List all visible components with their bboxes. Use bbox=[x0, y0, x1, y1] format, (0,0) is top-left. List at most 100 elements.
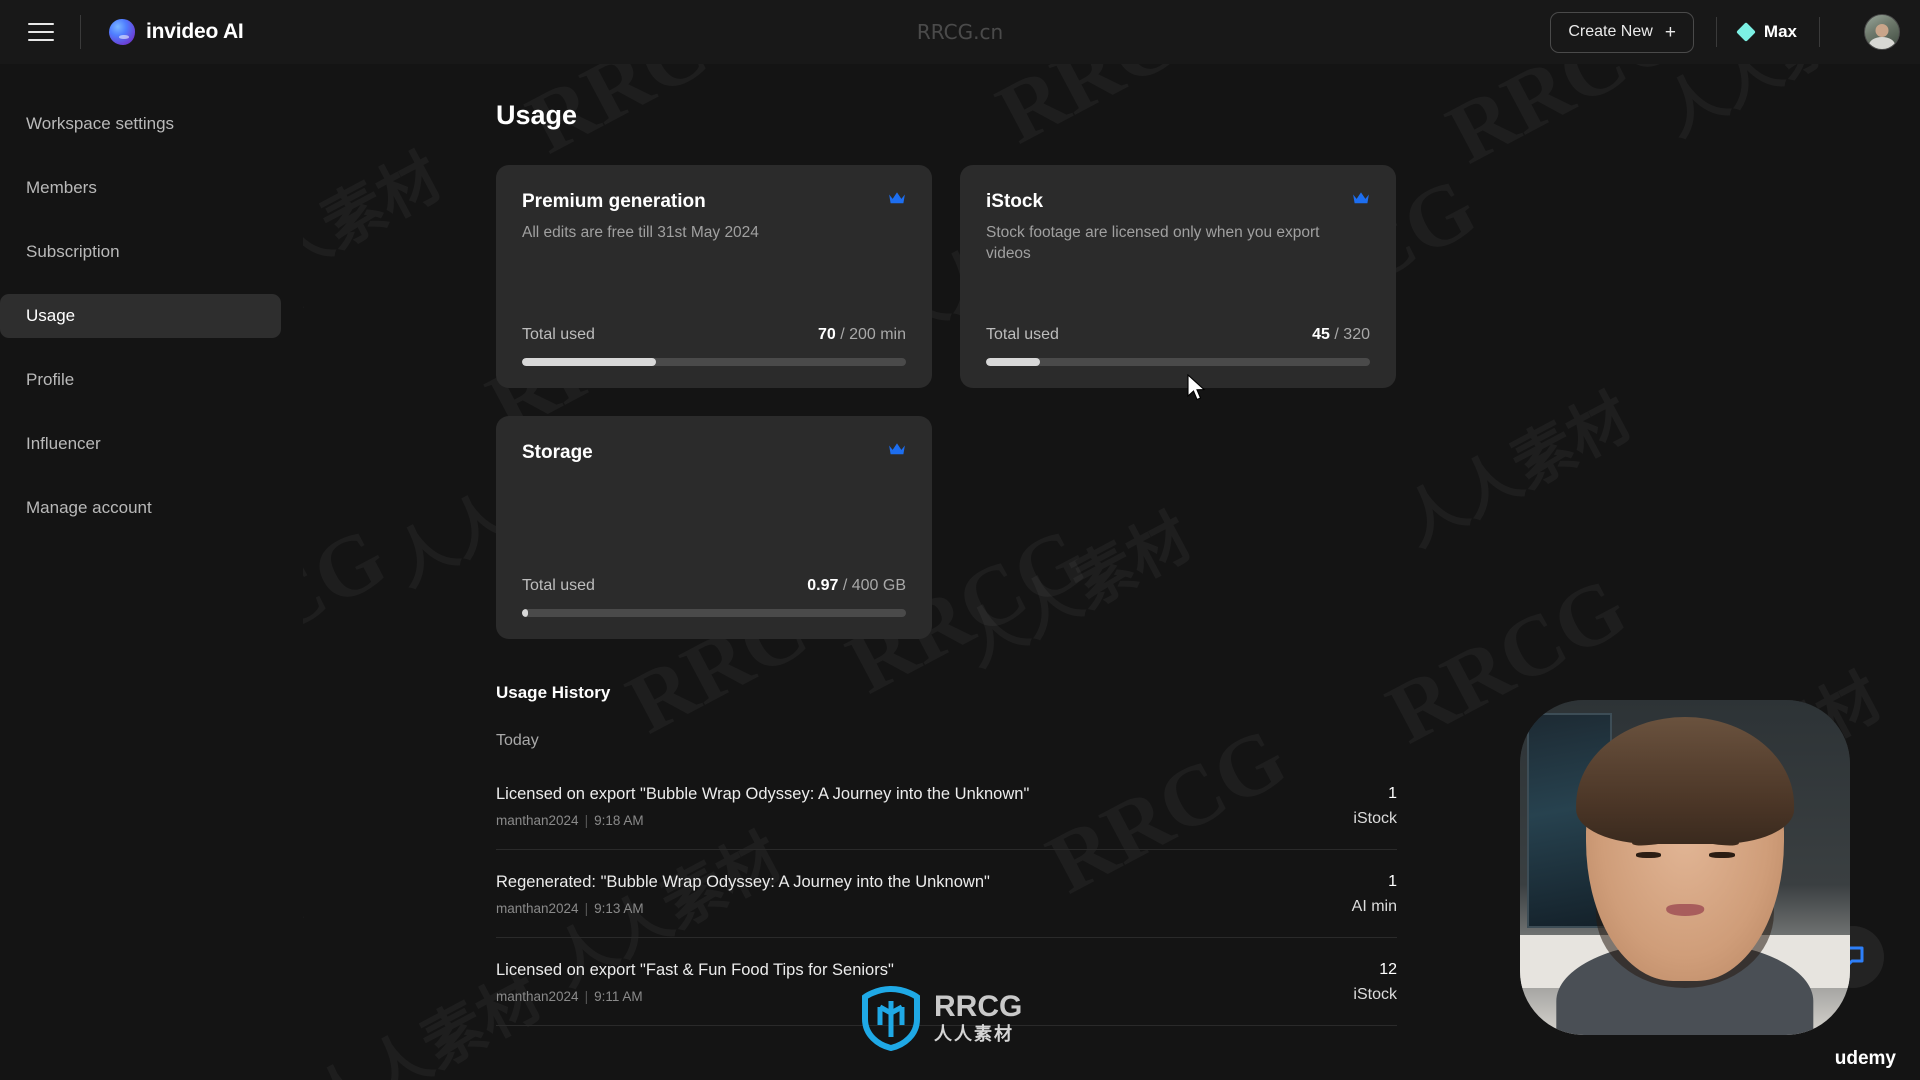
sidebar-item-label: Subscription bbox=[26, 242, 120, 261]
card-subtitle: Stock footage are licensed only when you… bbox=[986, 224, 1320, 263]
history-unit: iStock bbox=[1353, 986, 1397, 1003]
usage-progress-bar bbox=[522, 609, 906, 617]
history-row-amount: 12 iStock bbox=[1325, 961, 1397, 1004]
history-row-main: Licensed on export "Bubble Wrap Odyssey:… bbox=[496, 785, 1029, 828]
total-used-label: Total used bbox=[522, 326, 595, 343]
history-row-amount: 1 AI min bbox=[1324, 873, 1397, 916]
center-watermark-text: RRCG.cn bbox=[916, 20, 1004, 44]
card-header: Premium generation bbox=[522, 191, 906, 213]
brand-logo-link[interactable]: invideo AI bbox=[109, 19, 244, 45]
card-footer: Total used 0.97 / 400 GB bbox=[522, 577, 906, 617]
usage-used: 0.97 bbox=[807, 577, 839, 594]
usage-used: 45 bbox=[1312, 326, 1330, 343]
sidebar-item-members[interactable]: Members bbox=[0, 166, 281, 210]
usage-history-list: Licensed on export "Bubble Wrap Odyssey:… bbox=[496, 762, 1397, 1026]
usage-row: Total used 0.97 / 400 GB bbox=[522, 577, 906, 595]
usage-total: / 400 GB bbox=[842, 577, 906, 594]
usage-used: 70 bbox=[817, 326, 836, 343]
plan-badge[interactable]: Max bbox=[1736, 22, 1797, 42]
topbar-divider-2 bbox=[1715, 17, 1717, 47]
invideo-logo-icon bbox=[109, 19, 135, 45]
card-subtitle: All edits are free till 31st May 2024 bbox=[522, 224, 759, 241]
sidebar: Workspace settings Members Subscription Usa… bbox=[0, 64, 303, 1080]
page-title: Usage bbox=[496, 100, 578, 130]
card-title: iStock bbox=[986, 191, 1044, 212]
sidebar-item-label: Manage account bbox=[26, 498, 152, 517]
history-amount: 12 bbox=[1379, 961, 1397, 978]
usage-progress-fill bbox=[522, 609, 529, 617]
sidebar-item-label: Members bbox=[26, 178, 97, 197]
history-amount: 1 bbox=[1388, 785, 1397, 802]
sidebar-item-influencer[interactable]: Influencer bbox=[0, 422, 281, 466]
create-new-button[interactable]: Create New + bbox=[1550, 11, 1694, 53]
usage-history-row: Regenerated: "Bubble Wrap Odyssey: A Jou… bbox=[496, 850, 1397, 938]
usage-progress-bar bbox=[522, 358, 906, 366]
sidebar-item-manage-account[interactable]: Manage account bbox=[0, 486, 281, 530]
usage-row: Total used 45 / 320 bbox=[986, 326, 1370, 344]
history-row-main: Regenerated: "Bubble Wrap Odyssey: A Jou… bbox=[496, 873, 990, 916]
history-meta-separator: | bbox=[584, 989, 589, 1004]
history-row-main: Licensed on export "Fast & Fun Food Tips… bbox=[496, 961, 894, 1004]
history-meta-separator: | bbox=[584, 813, 589, 828]
avatar[interactable] bbox=[1864, 14, 1900, 50]
history-unit: iStock bbox=[1353, 810, 1397, 827]
sidebar-item-usage[interactable]: Usage bbox=[0, 294, 281, 338]
total-used-label: Total used bbox=[522, 577, 595, 594]
usage-total: / 320 bbox=[1334, 326, 1370, 343]
history-time: 9:18 AM bbox=[594, 813, 644, 828]
usage-history-row: Licensed on export "Fast & Fun Food Tips… bbox=[496, 938, 1397, 1026]
usage-value: 70 / 200 min bbox=[818, 326, 906, 344]
card-title: Storage bbox=[522, 442, 593, 463]
sidebar-item-label: Usage bbox=[26, 306, 76, 325]
usage-value: 0.97 / 400 GB bbox=[807, 577, 906, 595]
total-used-label: Total used bbox=[986, 326, 1059, 343]
topbar-divider-3 bbox=[1819, 17, 1820, 47]
plus-icon: + bbox=[1664, 21, 1676, 43]
sidebar-item-profile[interactable]: Profile bbox=[0, 358, 281, 402]
usage-card-storage: Storage Total used 0.97 / 400 GB bbox=[496, 416, 932, 639]
brand-name: invideo AI bbox=[146, 20, 244, 43]
history-time: 9:11 AM bbox=[594, 989, 643, 1004]
crown-icon bbox=[889, 192, 905, 204]
usage-card-istock: iStock Stock footage are licensed only wh… bbox=[960, 165, 1396, 388]
sidebar-item-label: Workspace settings bbox=[26, 114, 175, 133]
usage-total: / 200 min bbox=[840, 326, 906, 343]
card-footer: Total used 70 / 200 min bbox=[522, 326, 906, 366]
usage-progress-fill bbox=[522, 358, 657, 366]
usage-card-premium-generation: Premium generation All edits are free til… bbox=[496, 165, 932, 388]
usage-row: Total used 70 / 200 min bbox=[522, 326, 906, 344]
card-title: Premium generation bbox=[522, 191, 706, 212]
history-row-amount: 1 iStock bbox=[1325, 785, 1397, 828]
sidebar-item-label: Profile bbox=[26, 370, 75, 389]
history-amount: 1 bbox=[1388, 873, 1397, 890]
usage-progress-bar bbox=[986, 358, 1370, 366]
diamond-icon bbox=[1736, 22, 1756, 42]
history-meta: manthan2024 | 9:13 AM bbox=[496, 901, 990, 916]
history-user: manthan2024 bbox=[496, 989, 579, 1004]
app-root: RRCGRRCGRRCGRRCG人人素材人人素材RRCGRRCG人人素材RRCG… bbox=[0, 0, 1920, 1080]
card-header: iStock bbox=[986, 191, 1370, 213]
history-meta: manthan2024 | 9:18 AM bbox=[496, 813, 1029, 828]
sidebar-item-label: Influencer bbox=[26, 434, 101, 453]
presenter-webcam bbox=[1520, 700, 1850, 1035]
sidebar-item-workspace-settings[interactable]: Workspace settings bbox=[0, 102, 281, 146]
plan-name-label: Max bbox=[1763, 22, 1797, 41]
hamburger-menu-icon[interactable] bbox=[28, 23, 54, 41]
topbar-divider bbox=[80, 15, 81, 49]
card-footer: Total used 45 / 320 bbox=[986, 326, 1370, 366]
history-meta: manthan2024 | 9:11 AM bbox=[496, 989, 894, 1004]
create-new-label: Create New bbox=[1568, 23, 1653, 40]
history-description: Regenerated: "Bubble Wrap Odyssey: A Jou… bbox=[496, 873, 990, 891]
topbar-actions: Create New + Max bbox=[1550, 11, 1920, 53]
history-user: manthan2024 bbox=[496, 901, 579, 916]
history-time: 9:13 AM bbox=[594, 901, 644, 916]
history-unit: AI min bbox=[1351, 898, 1397, 915]
usage-progress-fill bbox=[986, 358, 1040, 366]
sidebar-item-subscription[interactable]: Subscription bbox=[0, 230, 281, 274]
crown-icon bbox=[889, 443, 905, 455]
history-user: manthan2024 bbox=[496, 813, 579, 828]
top-bar: invideo AI RRCG.cn Create New + Max bbox=[0, 0, 1920, 64]
history-meta-separator: | bbox=[584, 901, 589, 916]
usage-history-row: Licensed on export "Bubble Wrap Odyssey:… bbox=[496, 762, 1397, 850]
history-description: Licensed on export "Bubble Wrap Odyssey:… bbox=[496, 785, 1030, 803]
